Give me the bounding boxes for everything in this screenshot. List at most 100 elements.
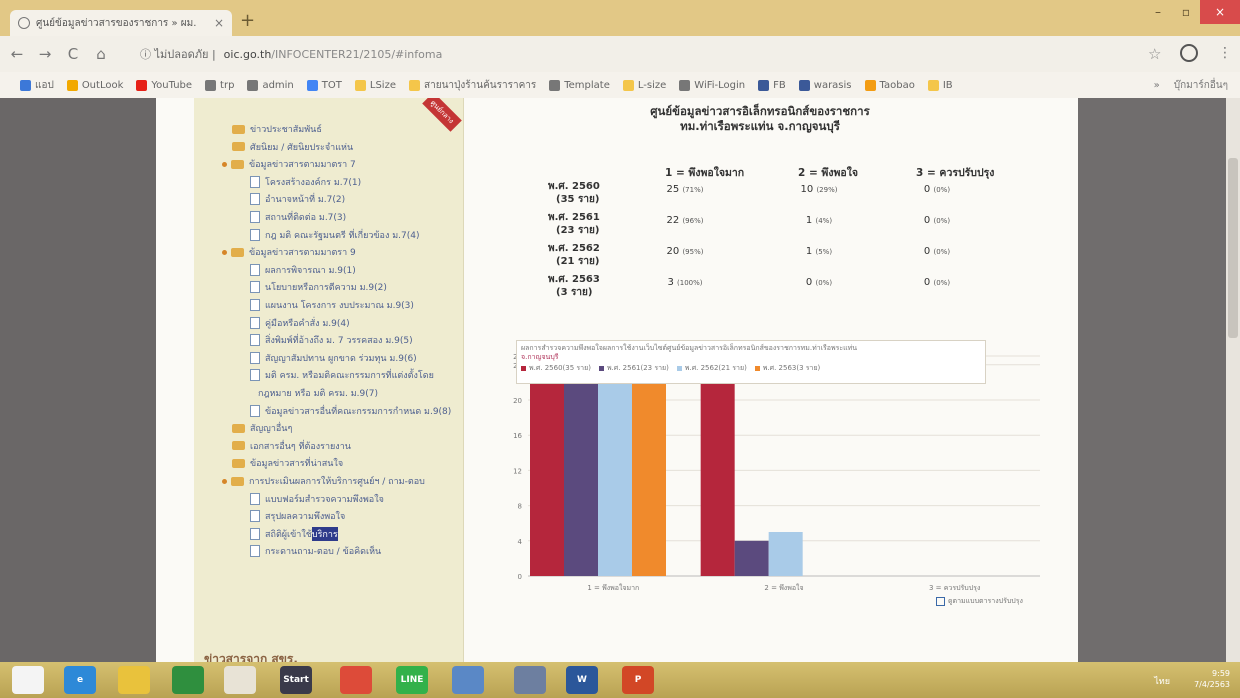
bookmark-item[interactable]: Template [549,78,610,93]
bookmark-item[interactable]: WiFi-Login [679,78,745,93]
bookmark-item[interactable]: warasis [798,78,852,93]
table-cell: 22 (96%) [640,215,730,226]
chart-bar[interactable] [768,532,803,576]
bookmark-item[interactable]: OutLook [66,78,124,93]
sidebar-item[interactable]: ผลการพิจารณา ม.9(1) [250,263,356,277]
sidebar-item[interactable]: สรุปผลความพึงพอใจ [250,509,345,523]
folder-icon [232,441,245,451]
sidebar-item[interactable]: คู่มือหรือคำสั่ง ม.9(4) [250,316,350,330]
bookmark-item[interactable]: TOT [306,78,342,93]
sidebar-item[interactable]: ข้อมูลข่าวสารตามมาตรา 7 [222,157,356,171]
bookmarks-more-button[interactable]: » [1154,80,1160,91]
bookmark-label: OutLook [81,79,124,91]
sidebar-item[interactable]: การประเมินผลการให้บริการศูนย์ฯ / ถาม-ตอบ [222,474,425,488]
chart-legend: พ.ศ. 2560(35 ราย) พ.ศ. 2561(23 ราย) พ.ศ. 2… [521,364,981,373]
sidebar-item[interactable]: สัญญาสัมปทาน ผูกขาด ร่วมทุน ม.9(6) [250,351,417,365]
minimize-button[interactable]: – [1144,0,1172,24]
start-menu-icon[interactable]: Start [280,666,312,694]
bookmark-label: LSize [369,79,396,91]
bookmark-item[interactable]: Taobao [864,78,915,93]
chart-bar[interactable] [700,356,735,576]
word-icon[interactable]: W [566,666,598,694]
powerpoint-icon[interactable]: P [622,666,654,694]
bookmark-star-icon[interactable]: ☆ [1148,45,1161,63]
chrome-icon[interactable] [340,666,372,694]
bookmark-item[interactable]: LSize [354,78,396,93]
bookmark-item[interactable]: สายนาปุ่งร้านค้นราราคาร [408,78,536,93]
folder-icon [231,476,244,486]
calculator-icon[interactable] [514,666,546,694]
legend-item[interactable]: พ.ศ. 2560(35 ราย) [521,364,591,373]
sidebar-item[interactable]: อำนาจหน้าที่ ม.7(2) [250,192,345,206]
bookmark-item[interactable]: แอป [20,78,54,93]
sidebar-item[interactable]: สถิติผู้เข้าใช้ บริการ [250,526,338,541]
bookmark-item[interactable]: admin [247,78,294,93]
system-tray[interactable]: ไทย [1154,674,1170,688]
cell-percent: (29%) [816,186,838,194]
sidebar-item[interactable]: ข้อมูลข่าวสารตามมาตรา 9 [222,245,356,259]
maximize-button[interactable]: ▫ [1172,0,1200,24]
explorer-icon[interactable] [118,666,150,694]
chart-bar[interactable] [598,356,632,576]
sidebar-item[interactable]: กระดานถาม-ตอบ / ข้อคิดเห็น [250,544,381,558]
bookmark-label: TOT [321,79,342,91]
sidebar-item[interactable]: สัญญาอื่นๆ [232,421,292,435]
security-indicator[interactable]: ⓘ ไม่ปลอดภัย | [140,45,216,63]
scrollbar-thumb[interactable] [1228,158,1238,338]
sidebar-item[interactable]: ข้อมูลข่าวสารอื่นที่คณะกรรมการกำหนด ม.9(… [250,404,451,418]
cell-percent: (0%) [933,248,951,256]
sidebar-item-label: ข้อมูลข่าวสารที่น่าสนใจ [250,459,344,470]
sidebar-item[interactable]: สถานที่ติดต่อ ม.7(3) [250,210,346,224]
clock[interactable]: 9:59 7/4/2563 [1194,668,1230,690]
bookmark-item[interactable]: trp [205,78,234,93]
sidebar-item-label: โครงสร้างองค์กร ม.7(1) [265,177,362,188]
tab-close-icon[interactable]: × [214,16,224,30]
export-link[interactable]: ดูตามแบบตารางปรับปรุง [936,596,1023,607]
tab-strip: ศูนย์ข้อมูลข่าวสารของราชการ » ผม. × + – … [0,0,1240,36]
profile-avatar-icon[interactable] [1180,44,1198,62]
home-button[interactable]: ⌂ [90,45,112,63]
pen-icon[interactable] [452,666,484,694]
cloud-icon[interactable] [224,666,256,694]
sidebar-item[interactable]: กฎ มติ คณะรัฐมนตรี ที่เกี่ยวข้อง ม.7(4) [250,228,420,242]
sidebar-item[interactable]: แผนงาน โครงการ งบประมาณ ม.9(3) [250,298,414,312]
start-button[interactable] [12,666,44,694]
back-button[interactable]: ← [6,45,28,63]
bookmark-item[interactable]: YouTube [136,78,192,93]
browser-menu-icon[interactable]: ⋮ [1218,45,1232,61]
bookmark-item[interactable]: FB [758,78,786,93]
bookmark-label: warasis [813,79,852,91]
tray-language[interactable]: ไทย [1154,677,1170,687]
sidebar-item[interactable]: มติ ครม. หรือมติคณะกรรมการที่แต่งตั้งโดย [250,368,434,382]
bookmark-item[interactable]: IB [927,78,953,93]
sidebar-item[interactable]: แบบฟอร์มสำรวจความพึงพอใจ [250,492,384,506]
sidebar-item[interactable]: ข่าวประชาสัมพันธ์ [232,122,322,136]
chart-bar[interactable] [530,356,564,576]
sidebar-item-label: สถานที่ติดต่อ ม.7(3) [265,213,347,223]
sidebar-item[interactable]: ศัยนิยม / ศัยนิยประจำแห่น [232,140,353,154]
sidebar-item[interactable]: สิ่งพิมพ์ที่อ้างถึง ม. 7 วรรคสอง ม.9(5) [250,333,413,347]
line-icon[interactable]: LINE [396,666,428,694]
sidebar-item[interactable]: นโยบายหรือการตีความ ม.9(2) [250,280,387,294]
legend-item[interactable]: พ.ศ. 2562(21 ราย) [676,364,747,373]
chart-bar[interactable] [632,356,666,576]
bookmark-item[interactable]: L-size [622,78,666,93]
ie-icon[interactable]: e [64,666,96,694]
sidebar-item[interactable]: เอกสารอื่นๆ ที่ต้องรายงาน [232,439,351,453]
browser-tab[interactable]: ศูนย์ข้อมูลข่าวสารของราชการ » ผม. × [10,10,232,36]
new-tab-button[interactable]: + [240,12,255,30]
address-bar[interactable]: ⓘ ไม่ปลอดภัย | oic.go.th/INFOCENTER21/21… [140,42,1160,66]
clock-time: 9:59 [1212,669,1230,678]
chart-bar[interactable] [564,356,598,576]
sidebar-item[interactable]: ข้อมูลข่าวสารที่น่าสนใจ [232,456,343,470]
forward-button[interactable]: → [34,45,56,63]
close-window-button[interactable]: × [1200,0,1240,24]
sidebar-item[interactable]: โครงสร้างองค์กร ม.7(1) [250,175,361,189]
legend-item[interactable]: พ.ศ. 2561(23 ราย) [598,364,669,373]
reload-button[interactable]: C [62,45,84,63]
store-icon[interactable] [172,666,204,694]
other-bookmarks-folder[interactable]: บุ๊กมาร์กอื่นๆ [1174,78,1228,93]
legend-item[interactable]: พ.ศ. 2563(3 ราย) [754,364,820,373]
sidebar-item: กฎหมาย หรือ มติ ครม. ม.9(7) [258,386,378,400]
chart-bar[interactable] [734,540,769,576]
